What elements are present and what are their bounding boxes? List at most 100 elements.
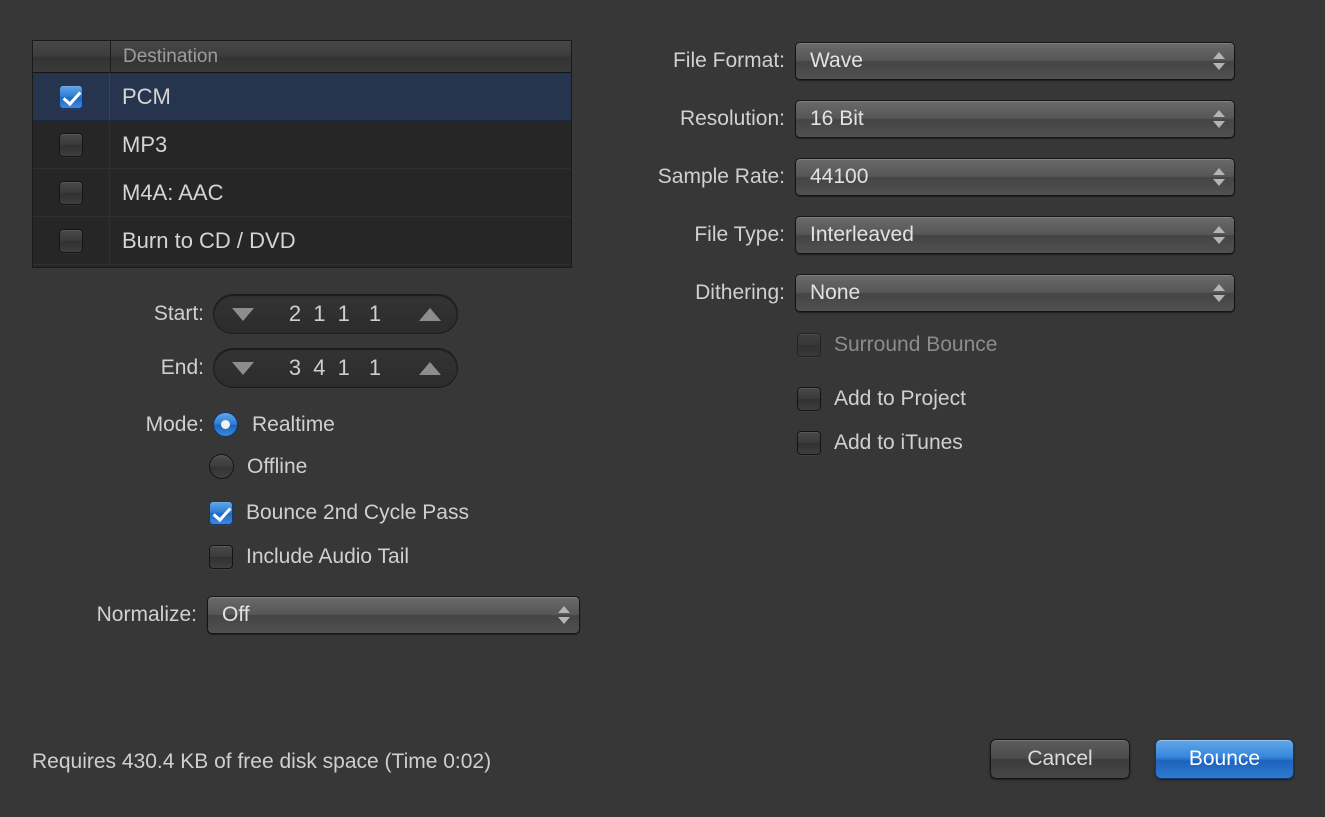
checkbox-icon (797, 333, 821, 357)
start-label: Start: (153, 302, 204, 325)
start-position-ticks: 1 (368, 301, 385, 326)
chevron-down-icon (1213, 63, 1225, 70)
destination-row-label: MP3 (122, 131, 168, 157)
destination-table-header: Destination (33, 41, 571, 73)
checkbox-icon[interactable] (797, 431, 821, 455)
checkbox-label-add-to-project: Add to Project (834, 387, 966, 410)
radio-offline[interactable] (209, 454, 234, 479)
chevron-updown-icon[interactable] (1213, 280, 1225, 306)
radio-offline-label: Offline (247, 454, 308, 478)
file-type-select[interactable]: Interleaved (795, 216, 1235, 254)
stepper-up-icon[interactable] (419, 307, 441, 321)
checkbox-row-include-audio-tail[interactable]: Include Audio Tail (209, 545, 409, 569)
chevron-updown-icon[interactable] (1213, 164, 1225, 190)
checkbox-label-bounce-2nd-cycle-pass: Bounce 2nd Cycle Pass (246, 501, 469, 524)
checkbox-row-add-to-project[interactable]: Add to Project (797, 387, 966, 411)
checkbox-icon[interactable] (59, 228, 83, 253)
table-row[interactable]: M4A: AAC (33, 169, 571, 217)
bounce-button[interactable]: Bounce (1155, 739, 1294, 779)
checkbox-row-surround-bounce: Surround Bounce (797, 333, 997, 357)
start-position-row: Start: 2 1 1 1 (32, 294, 458, 334)
start-position-stepper[interactable]: 2 1 1 1 (213, 294, 458, 334)
destination-header-label: Destination (123, 45, 219, 67)
resolution-row: Resolution: 16 Bit (600, 100, 1235, 138)
chevron-updown-icon[interactable] (558, 602, 570, 628)
file-format-row: File Format: Wave (600, 42, 1235, 80)
chevron-up-icon (1213, 226, 1225, 233)
destination-row-check-cell[interactable] (33, 217, 110, 264)
normalize-select[interactable]: Off (207, 596, 580, 634)
chevron-updown-icon[interactable] (1213, 222, 1225, 248)
destination-row-label: M4A: AAC (122, 179, 224, 205)
chevron-up-icon (1213, 110, 1225, 117)
chevron-up-icon (1213, 284, 1225, 291)
file-type-row: File Type: Interleaved (600, 216, 1235, 254)
destination-table[interactable]: Destination PCM MP3 M4A: AAC Burn to CD … (32, 40, 572, 268)
file-format-select[interactable]: Wave (795, 42, 1235, 80)
checkbox-icon[interactable] (209, 545, 233, 569)
checkbox-label-include-audio-tail: Include Audio Tail (246, 545, 410, 568)
sample-rate-select[interactable]: 44100 (795, 158, 1235, 196)
chevron-updown-icon[interactable] (1213, 48, 1225, 74)
radio-realtime[interactable] (213, 412, 238, 437)
chevron-up-icon (1213, 52, 1225, 59)
stepper-up-icon[interactable] (419, 361, 441, 375)
chevron-down-icon (1213, 295, 1225, 302)
cancel-button[interactable]: Cancel (990, 739, 1130, 779)
chevron-down-icon (558, 617, 570, 624)
table-row[interactable]: Burn to CD / DVD (33, 217, 571, 265)
chevron-up-icon (558, 606, 570, 613)
normalize-value: Off (222, 603, 250, 626)
dithering-select[interactable]: None (795, 274, 1235, 312)
destination-header-check-column (33, 41, 111, 72)
sample-rate-label: Sample Rate: (657, 165, 785, 188)
file-type-label: File Type: (694, 223, 785, 246)
destination-row-check-cell[interactable] (33, 121, 110, 168)
checkbox-row-bounce-2nd-cycle-pass[interactable]: Bounce 2nd Cycle Pass (209, 501, 469, 525)
checkbox-icon[interactable] (59, 180, 83, 205)
end-label: End: (160, 356, 204, 379)
normalize-row: Normalize: Off (32, 596, 580, 634)
file-type-value: Interleaved (810, 223, 914, 246)
checkbox-icon[interactable] (797, 387, 821, 411)
checkbox-icon[interactable] (59, 132, 83, 157)
cancel-button-label: Cancel (1027, 747, 1093, 770)
file-format-value: Wave (810, 49, 863, 72)
destination-row-check-cell[interactable] (33, 73, 110, 120)
checkbox-icon[interactable] (59, 84, 83, 109)
normalize-label: Normalize: (96, 603, 197, 626)
end-position-ticks: 1 (368, 355, 385, 380)
sample-rate-value: 44100 (810, 165, 869, 188)
stepper-down-icon[interactable] (232, 307, 254, 321)
chevron-down-icon (1213, 237, 1225, 244)
mode-offline-row[interactable]: Offline (209, 454, 307, 479)
mode-label: Mode: (145, 412, 204, 436)
checkbox-row-add-to-itunes[interactable]: Add to iTunes (797, 431, 963, 455)
destination-header-name-column: Destination (111, 41, 571, 72)
dithering-label: Dithering: (695, 281, 785, 304)
stepper-down-icon[interactable] (232, 361, 254, 375)
chevron-updown-icon[interactable] (1213, 106, 1225, 132)
resolution-value: 16 Bit (810, 107, 864, 130)
checkbox-label-add-to-itunes: Add to iTunes (834, 431, 963, 454)
dithering-row: Dithering: None (600, 274, 1235, 312)
checkbox-label-surround-bounce: Surround Bounce (834, 333, 998, 356)
destination-row-label: Burn to CD / DVD (122, 227, 296, 253)
table-row[interactable]: MP3 (33, 121, 571, 169)
end-position-stepper[interactable]: 3 4 1 1 (213, 348, 458, 388)
checkbox-icon[interactable] (209, 501, 233, 525)
file-format-label: File Format: (672, 49, 785, 72)
end-position-row: End: 3 4 1 1 (32, 348, 458, 388)
end-position-value[interactable]: 3 4 1 1 (254, 355, 419, 381)
start-position-value[interactable]: 2 1 1 1 (254, 301, 419, 327)
table-row[interactable]: PCM (33, 73, 571, 121)
end-position-bars: 3 4 1 (288, 355, 353, 380)
chevron-up-icon (1213, 168, 1225, 175)
destination-row-check-cell[interactable] (33, 169, 110, 216)
destination-row-label: PCM (122, 83, 171, 109)
start-position-bars: 2 1 1 (288, 301, 353, 326)
resolution-label: Resolution: (679, 107, 785, 130)
resolution-select[interactable]: 16 Bit (795, 100, 1235, 138)
chevron-down-icon (1213, 179, 1225, 186)
bounce-button-label: Bounce (1188, 747, 1261, 770)
